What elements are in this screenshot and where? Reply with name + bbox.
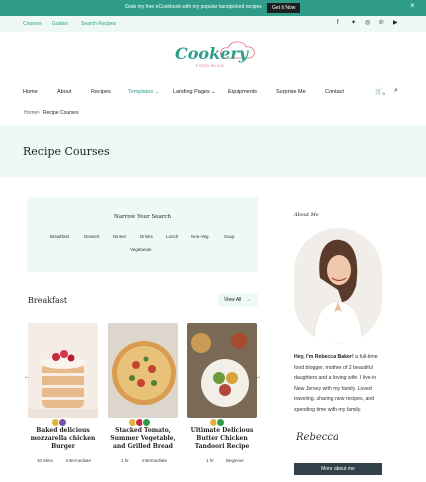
view-all-label: View All: [224, 297, 242, 303]
chevron-down-icon: ⌄: [155, 89, 160, 95]
diet-badges: [128, 414, 151, 427]
nav-about[interactable]: About: [57, 89, 71, 95]
nav-contact[interactable]: Contact: [325, 89, 344, 95]
recipe-image[interactable]: [108, 323, 178, 418]
search-icon[interactable]: ⌕: [394, 87, 398, 95]
badge-icon: [216, 418, 225, 427]
breadcrumb-current: Recipe Courses: [43, 110, 79, 116]
narrow-search-box: Narrow Your Search Breakfast Dessert Din…: [27, 197, 258, 272]
recipe-image[interactable]: [187, 323, 257, 418]
facebook-icon[interactable]: f: [337, 19, 339, 27]
tag-non-veg[interactable]: Non-Veg: [191, 234, 209, 239]
tag-breakfast[interactable]: Breakfast: [50, 234, 69, 239]
cart-count: 0: [382, 91, 385, 97]
bio-text: a full-time food blogger, mother of 2 be…: [294, 354, 378, 413]
tag-dessert[interactable]: Dessert: [84, 234, 100, 239]
breadcrumb-separator: >: [37, 110, 40, 116]
breadcrumb-home[interactable]: Home: [24, 110, 37, 116]
recipe-time: 30 Mins: [37, 458, 53, 463]
arrow-right-icon[interactable]: →: [255, 374, 261, 380]
nav-landing-pages[interactable]: Landing Pages: [173, 89, 210, 95]
youtube-icon[interactable]: ▶: [393, 19, 398, 27]
nav-recipes[interactable]: Recipes: [91, 89, 111, 95]
get-it-now-button[interactable]: Get it Now: [267, 3, 301, 13]
about-bio: Hey, I'm Rebecca Baker! a full-time food…: [294, 352, 386, 415]
announcement-message: Grab my free eCookbook with my popular h…: [125, 4, 262, 10]
tag-soup[interactable]: Soup: [224, 234, 235, 239]
recipe-title[interactable]: Ultimate Delicious Butter Chicken Tandoo…: [182, 427, 262, 451]
more-about-me-button[interactable]: More about me: [294, 463, 382, 475]
arrow-left-icon[interactable]: ←: [24, 374, 30, 380]
cart-icon[interactable]: 🛒0: [375, 88, 385, 96]
about-heading: About Me: [294, 212, 319, 218]
nav-home[interactable]: Home: [23, 89, 38, 95]
twitter-icon[interactable]: ✦: [351, 19, 356, 27]
logo-tagline: FOOD BLOG: [196, 63, 225, 68]
filter-title: Narrow Your Search: [113, 214, 172, 220]
section-title: Breakfast: [28, 296, 68, 305]
badge-icon: [58, 418, 67, 427]
logo-wordmark: Cookery: [175, 44, 249, 63]
chevron-down-icon: ⌄: [211, 89, 216, 95]
site-logo[interactable]: Cookery FOOD BLOG: [170, 40, 258, 70]
recipe-time: 1 hr: [206, 458, 214, 463]
avatar: [294, 228, 382, 344]
nav-surprise-me[interactable]: Surprise Me: [276, 89, 306, 95]
diet-badges: [209, 414, 225, 427]
link-courses[interactable]: Courses: [23, 21, 42, 27]
tag-drinks[interactable]: Drinks: [140, 234, 153, 239]
view-all-button[interactable]: View All →: [218, 293, 258, 307]
tag-lunch[interactable]: Lunch: [166, 234, 178, 239]
tag-vegetarian[interactable]: Vegetarian: [130, 247, 152, 252]
recipe-image[interactable]: [28, 323, 98, 418]
recipe-title[interactable]: Baked delicious mozzarella chicken Burge…: [23, 427, 103, 451]
announcement-bar: Grab my free eCookbook with my popular h…: [0, 0, 426, 16]
recipe-level: Beginner: [226, 458, 245, 463]
link-guides[interactable]: Guides: [52, 21, 68, 27]
diet-badges: [51, 414, 67, 427]
arrow-right-icon: →: [245, 297, 251, 303]
recipe-level: Intermediate: [142, 458, 168, 463]
link-search-recipes[interactable]: Search Recipes: [81, 21, 116, 27]
nav-templates[interactable]: Templates: [128, 89, 153, 95]
recipe-level: Intermediate: [66, 458, 92, 463]
page-header: Recipe Courses: [0, 125, 426, 177]
instagram-icon[interactable]: ◎: [365, 19, 370, 27]
recipe-time: 1 hr: [121, 458, 129, 463]
bio-name: Hey, I'm Rebecca Baker!: [294, 354, 354, 360]
close-icon[interactable]: ×: [410, 2, 415, 10]
page-title: Recipe Courses: [23, 145, 110, 158]
top-bar: Courses Guides Search Recipes f ✦ ◎ ℗ ▶: [0, 16, 426, 32]
recipe-title[interactable]: Stacked Tomato, Summer Vegetable, and Gr…: [103, 427, 183, 451]
badge-icon: [142, 418, 151, 427]
nav-equipments[interactable]: Equipments: [228, 89, 257, 95]
tag-dinner[interactable]: Dinner: [113, 234, 126, 239]
pinterest-icon[interactable]: ℗: [379, 19, 383, 27]
signature: Rebecca: [296, 432, 339, 443]
